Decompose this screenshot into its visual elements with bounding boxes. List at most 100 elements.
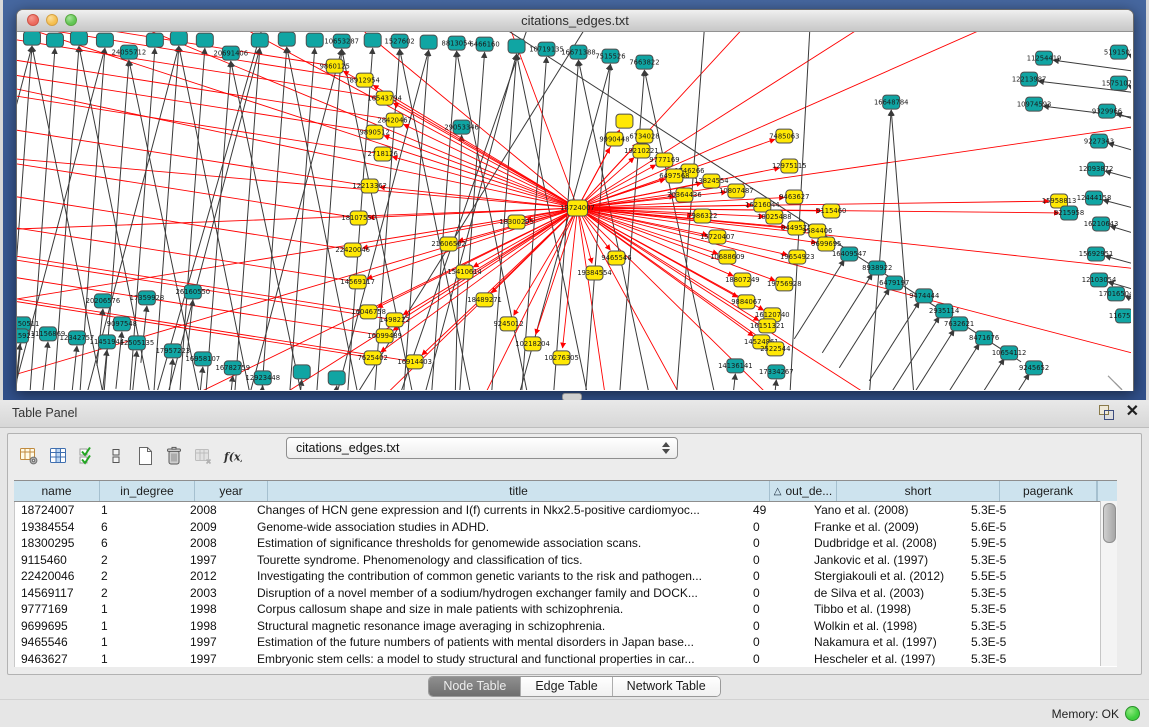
graph-node[interactable]: 9890512 [360,125,390,139]
table-row[interactable]: 1872400712008Changes of HCN gene express… [15,502,1117,519]
graph-node[interactable]: 12103054 [1082,273,1117,287]
graph-node[interactable] [306,33,323,47]
graph-node[interactable]: 10719135 [529,42,564,56]
graph-edge-black[interactable] [1053,60,1131,74]
graph-edge-black[interactable] [889,317,939,390]
graph-node[interactable]: 16671388 [561,45,596,59]
graph-node[interactable]: 14136141 [718,359,753,373]
graph-node[interactable]: 9227343 [1084,134,1114,148]
graph-edge-red[interactable] [577,208,1131,272]
graph-node[interactable]: 2718126 [368,147,398,161]
table-row[interactable]: 1830029562008Estimation of significance … [15,535,1117,552]
graph-node[interactable]: 2935114 [929,304,959,318]
row-checks-icon[interactable] [74,443,100,469]
graph-node[interactable]: 9245652 [1019,361,1049,375]
table-selector-combo[interactable]: citations_edges.txt [286,437,678,459]
graph-edge-black[interactable] [891,110,919,390]
graph-edge-black[interactable] [331,386,337,390]
graph-node[interactable] [278,32,295,46]
graph-node[interactable] [364,33,381,47]
graph-node[interactable]: 15751074 [1102,76,1131,90]
graph-edge-black[interactable] [822,274,872,353]
graph-edge-black[interactable] [770,380,776,390]
graph-edge-black[interactable] [864,110,891,390]
graph-node[interactable]: 12093872 [1079,162,1114,176]
graph-edge-black[interactable] [399,50,429,390]
graph-node[interactable] [46,33,63,47]
table-row[interactable]: 911546021997Tourette syndrome. Phenomeno… [15,552,1117,569]
graph-node[interactable]: 7625402 [358,351,388,365]
graph-node[interactable]: 26160550 [176,285,211,299]
graph-node[interactable]: 8912954 [350,73,380,87]
graph-node[interactable]: 6734028 [629,129,659,143]
graph-node[interactable] [251,33,268,47]
float-window-icon[interactable] [1098,404,1114,420]
graph-node[interactable]: 10654112 [992,346,1027,360]
new-file-icon[interactable] [132,443,158,469]
graph-edge-black[interactable] [580,64,610,390]
graph-node[interactable]: 17334267 [759,365,794,379]
graph-edge-black[interactable] [929,344,979,390]
tab-edge-table[interactable]: Edge Table [521,677,612,696]
vertical-scrollbar[interactable] [1100,501,1117,666]
graph-node[interactable]: 1527602 [385,34,415,48]
graph-edge-black[interactable] [167,359,173,390]
graph-node[interactable]: 10688609 [710,250,745,264]
graph-node[interactable]: 16914403 [397,355,432,369]
graph-node[interactable] [23,32,40,45]
table-row[interactable]: 969969511998Structural magnetic resonanc… [15,618,1117,635]
network-canvas[interactable]: 2405571220691406106532871527602881305464… [17,32,1131,390]
graph-node[interactable]: 9699695 [811,237,841,251]
graph-node[interactable]: 10974593 [1017,97,1052,111]
graph-node[interactable]: 11254419 [1027,51,1062,65]
graph-node[interactable]: 16648784 [874,95,909,109]
graph-node[interactable]: 12505135 [120,336,155,350]
graph-edge-red[interactable] [317,208,578,390]
graph-node[interactable]: 21606502 [431,237,466,251]
resize-grip-icon[interactable] [1115,383,1122,390]
table-row[interactable]: 946554611997Estimation of the future num… [15,634,1117,651]
graph-edge-red[interactable] [17,268,385,336]
table-row[interactable]: 1938455462009Genome-wide association stu… [15,519,1117,536]
graph-node[interactable] [616,114,633,128]
column-header-name[interactable]: name [14,481,100,501]
graph-node[interactable]: 10218204 [515,337,550,351]
graph-node[interactable]: 9329966 [1092,104,1122,118]
graph-node[interactable]: 7515526 [595,49,625,63]
graph-node[interactable]: 10276305 [544,351,579,365]
graph-node[interactable]: 22420046 [335,243,370,257]
column-header-short[interactable]: short [837,481,1000,501]
graph-node[interactable]: 9465546 [601,251,631,265]
graph-node[interactable]: 13824554 [694,174,729,188]
graph-node[interactable]: 12444158 [1077,191,1112,205]
graph-node[interactable]: 12975115 [772,159,807,173]
graph-node[interactable] [196,33,213,47]
network-window-titlebar[interactable]: citations_edges.txt [17,10,1133,32]
column-header-title[interactable]: title [268,481,770,501]
graph-node[interactable]: 10653287 [324,34,359,48]
graph-node[interactable]: 17359928 [130,291,165,305]
graph-edge-red[interactable] [17,64,375,132]
graph-node[interactable]: 17016504 [1099,287,1131,301]
graph-node[interactable] [70,32,87,45]
graph-node[interactable]: 8938922 [862,261,892,275]
graph-node[interactable] [293,365,310,379]
row-height-icon[interactable] [103,443,129,469]
graph-edge-black[interactable] [141,306,147,363]
column-header-year[interactable]: year [195,481,268,501]
graph-node[interactable]: 9115460 [816,204,846,218]
graph-edge-black[interactable] [71,346,77,390]
graph-node[interactable]: 1167534 [1109,309,1131,323]
graph-node[interactable]: 12923448 [246,371,281,385]
graph-node[interactable]: 9990448 [599,132,629,146]
graph-node[interactable]: 9097548 [107,317,137,331]
table-row[interactable]: 1456911722003Disruption of a novel membe… [15,585,1117,602]
graph-edge-red[interactable] [381,208,578,352]
graph-node[interactable]: 28420467 [377,113,412,127]
table-column-icon[interactable] [45,443,71,469]
graph-edge-black[interactable] [794,260,844,339]
graph-node[interactable] [146,33,163,47]
graph-edge-black[interactable] [312,49,342,390]
graph-node[interactable]: 7663822 [629,55,659,69]
table-row[interactable]: 946362711997Embryonic stem cells: a mode… [15,651,1117,668]
